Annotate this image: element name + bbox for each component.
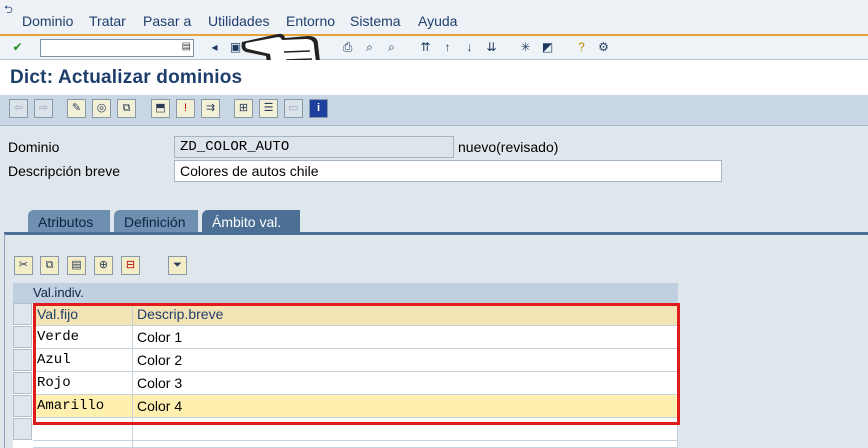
menu-ayuda[interactable]: Ayuda [418,13,457,29]
menu-dominio[interactable]: Dominio [22,13,73,29]
next-page-icon[interactable]: ↓ [462,40,477,55]
table-cell-empty[interactable] [133,418,678,441]
dominio-field: ZD_COLOR_AUTO [174,136,454,158]
information-icon[interactable]: i [309,99,328,118]
standard-toolbar: ✔ ▤ ◂ ▣ ⎙ ⌕ ⌕ ⇈ ↑ ↓ ⇊ ✳ ◩ ? ⚙ [0,34,868,60]
hierarchy-icon[interactable]: ⊞ [234,99,253,118]
row-selector[interactable] [13,349,32,371]
forward-icon[interactable]: ⇨ [34,99,53,118]
navigation-window-icon[interactable]: ▭ [284,99,303,118]
new-session-icon[interactable]: ✳ [518,40,533,55]
table-cell-val-fijo[interactable]: Azul [33,349,133,372]
where-used-icon[interactable]: ⇉ [201,99,220,118]
descripcion-field[interactable]: Colores de autos chile [174,160,722,182]
copy-icon[interactable]: ⧉ [40,256,59,275]
grid-title: Val.indiv. [13,283,678,303]
table-cell-descrip[interactable]: Color 1 [133,326,678,349]
back-arrow-icon[interactable]: ◂ [207,40,222,55]
table-cell-empty [133,441,678,448]
dominio-label: Dominio [8,139,60,155]
tab-atributos[interactable]: Atributos [28,210,110,234]
table-cell-empty [33,441,133,448]
activate-icon[interactable]: ! [176,99,195,118]
menu-sistema[interactable]: Sistema [350,13,401,29]
table-cell-descrip[interactable]: Color 3 [133,372,678,395]
previous-page-icon[interactable]: ↑ [440,40,455,55]
last-page-icon[interactable]: ⇊ [484,40,499,55]
values-table: Val.fijo Descrip.breve Verde Color 1 Azu… [13,303,678,448]
application-toolbar: ⇦ ⇨ ✎ ◎ ⧉ ⬒ ! ⇉ ⊞ ☰ ▭ i [0,95,868,126]
layout-menu-icon[interactable]: ⚙ [596,40,611,55]
find-icon[interactable]: ⌕ [362,40,377,55]
display-change-icon[interactable]: ✎ [67,99,86,118]
table-cell-descrip[interactable]: Color 2 [133,349,678,372]
command-field[interactable]: ▤ [40,39,194,57]
table-cell-val-fijo[interactable]: Verde [33,326,133,349]
insert-row-icon[interactable]: ⊕ [94,256,113,275]
active-inactive-icon[interactable]: ◎ [92,99,111,118]
table-cell-val-fijo[interactable]: Amarillo [33,395,133,418]
back-icon[interactable]: ⇦ [9,99,28,118]
row-selector[interactable] [13,395,32,417]
command-dropdown-icon[interactable]: ▤ [182,41,191,52]
other-object-icon[interactable]: ⧉ [117,99,136,118]
row-selector[interactable] [13,418,32,440]
title-bar: Dict: Actualizar dominios [0,60,868,95]
descripcion-label: Descripción breve [8,163,121,179]
column-header-descrip-breve[interactable]: Descrip.breve [133,303,678,326]
first-page-icon[interactable]: ⇈ [418,40,433,55]
paste-icon[interactable]: ▤ [67,256,86,275]
print-icon[interactable]: ⎙ [340,40,355,55]
check-icon[interactable]: ⬒ [151,99,170,118]
help-icon[interactable]: ? [574,40,589,55]
enter-check-icon[interactable]: ✔ [10,40,25,55]
window-menu-icon[interactable]: ⮌ [4,1,13,20]
delete-row-icon[interactable]: ⊟ [121,256,140,275]
row-selector[interactable] [13,326,32,348]
menu-bar: ⮌ Dominio Tratar Pasar a Utilidades Ento… [0,0,868,35]
menu-pasar-a[interactable]: Pasar a [143,13,191,29]
tab-strip: Atributos Definición Ámbito val. [0,208,868,234]
object-list-icon[interactable]: ☰ [259,99,278,118]
row-selector[interactable] [13,303,32,325]
column-header-val-fijo[interactable]: Val.fijo [33,303,133,326]
row-selector[interactable] [13,372,32,394]
table-cell-val-fijo[interactable]: Rojo [33,372,133,395]
dominio-status: nuevo(revisado) [458,139,559,155]
filter-icon[interactable]: ⏷ [168,256,187,275]
table-cell-descrip-active[interactable]: Color 4 [133,395,678,418]
find-next-icon[interactable]: ⌕ [384,40,399,55]
menu-tratar[interactable]: Tratar [89,13,126,29]
shortcut-icon[interactable]: ◩ [540,40,555,55]
table-cell-empty[interactable] [33,418,133,441]
tab-definicion[interactable]: Definición [114,210,198,234]
cut-icon[interactable]: ✂ [14,256,33,275]
page-title: Dict: Actualizar dominios [10,67,243,88]
tab-ambito-val[interactable]: Ámbito val. [202,210,300,234]
